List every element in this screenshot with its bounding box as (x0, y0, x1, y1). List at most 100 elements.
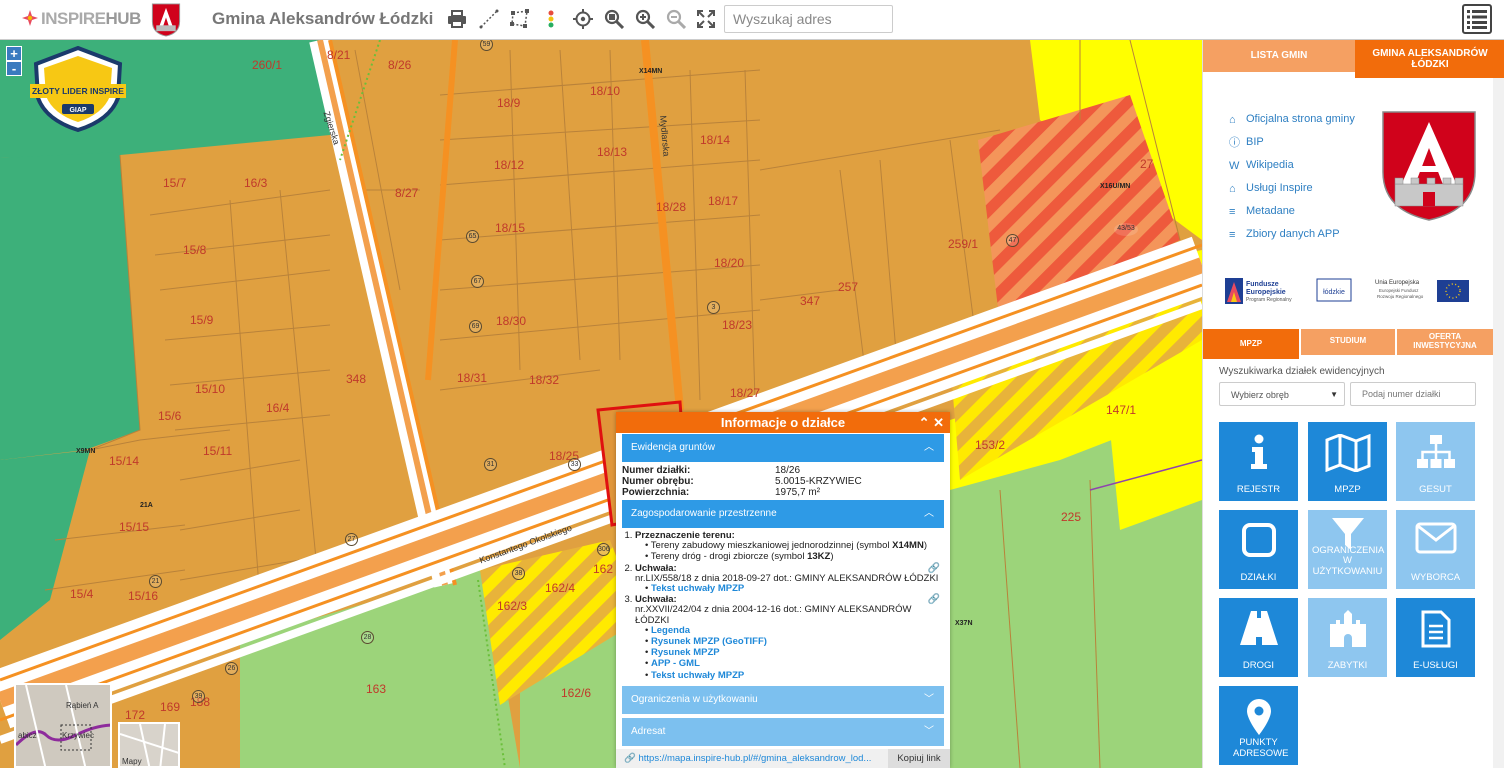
address-point-marker[interactable]: 69 (469, 320, 482, 333)
address-point-marker[interactable]: 43/53 (1114, 223, 1138, 236)
zoom-in-button[interactable]: + (6, 46, 22, 61)
plot-label: 18/31 (457, 371, 488, 385)
tab-studium[interactable]: STUDIUM (1301, 329, 1395, 355)
inspirehub-logo[interactable]: INSPIREHUB (22, 9, 141, 29)
scrollbar[interactable] (1493, 78, 1504, 768)
plot-label: 15/14 (109, 454, 140, 468)
tile-rejestr-button[interactable]: REJESTR (1219, 422, 1298, 501)
uchwala-document-link[interactable]: Tekst uchwały MPZP (651, 583, 744, 594)
basemap-switcher[interactable]: Mapy (118, 722, 180, 768)
zoom-out-icon[interactable] (664, 7, 688, 31)
tab-gmina[interactable]: GMINA ALEKSANDRÓW ŁÓDZKI (1355, 40, 1504, 78)
tile-dzialki-button[interactable]: DZIAŁKI (1219, 510, 1298, 589)
obreb-select[interactable]: Wybierz obręb ▼ (1219, 382, 1345, 406)
minimap[interactable]: Rąbień A Krzywiec abicz (14, 683, 112, 768)
eu-fe-text: Program Regionalny (1246, 297, 1292, 303)
tile-mpzp-button[interactable]: MPZP (1308, 422, 1387, 501)
zoom-out-button[interactable]: - (6, 61, 22, 76)
obreb-select-value: Wybierz obręb (1231, 390, 1289, 400)
fullscreen-icon[interactable] (694, 7, 718, 31)
address-point-marker[interactable]: 28 (361, 631, 374, 644)
address-point-marker[interactable]: 306 (597, 543, 610, 556)
plot-label: 153/2 (975, 438, 1006, 452)
eu-ue-text: Europejski Fundusz (1379, 288, 1419, 293)
parcel-field-row: Numer działki: 18/26 (622, 465, 950, 476)
map-icon (1308, 434, 1387, 472)
collapse-icon[interactable]: ⌃ (919, 415, 930, 430)
tab-mpzp[interactable]: MPZP (1203, 329, 1299, 359)
section-ewidencja[interactable]: Ewidencja gruntów ︿ (622, 434, 944, 462)
plot-label: 15/4 (70, 587, 94, 601)
plot-label: 18/32 (529, 373, 560, 387)
tile-drogi-button[interactable]: DROGI (1219, 598, 1298, 677)
section-zagospodarowanie[interactable]: Zagospodarowanie przestrzenne ︿ (622, 500, 944, 528)
tile-label: OGRANICZENIA W UŻYTKOWANIU (1312, 544, 1385, 577)
tile-wyborca-button[interactable]: WYBORCA (1396, 510, 1475, 589)
share-url[interactable]: 🔗 https://mapa.inspire-hub.pl/#/gmina_al… (624, 749, 871, 768)
plot-label: 225 (1061, 510, 1082, 524)
address-point-marker[interactable]: 3 (707, 301, 720, 314)
plot-label: 162 (593, 562, 614, 576)
layers-color-icon[interactable] (539, 7, 563, 31)
close-icon[interactable]: ✕ (933, 415, 944, 430)
uchwala-link-item: APP - GML (645, 659, 940, 669)
tile-punkty-adresowe-button[interactable]: PUNKTY ADRESOWE (1219, 686, 1298, 765)
plot-label: 18/9 (497, 96, 521, 110)
popup-footer: 🔗 https://mapa.inspire-hub.pl/#/gmina_al… (616, 749, 950, 768)
link-zbiory-app[interactable]: ≡ Zbiory danych APP (1229, 227, 1355, 250)
link-metadane[interactable]: ≡ Metadane (1229, 204, 1355, 227)
measure-line-icon[interactable] (477, 7, 501, 31)
plot-label: 16/4 (266, 401, 290, 415)
chevron-down-icon: ﹀ (924, 693, 934, 705)
tile-label: MPZP (1334, 483, 1361, 495)
tile-label: GESUT (1419, 483, 1452, 495)
lodzkie-logo-text: łódzkie (1323, 289, 1345, 296)
address-search-input[interactable] (724, 5, 893, 33)
link-icon[interactable]: 🔗 (928, 595, 940, 605)
parcel-number-input[interactable]: Podaj numer działki (1350, 382, 1476, 406)
address-point-marker[interactable]: 47 (1006, 234, 1019, 247)
institution-icon: ⌂ (1229, 183, 1236, 195)
section-ograniczenia[interactable]: Ograniczenia w użytkowaniu ﹀ (622, 685, 944, 714)
link-oficjalna-strona[interactable]: ⌂ Oficjalna strona gminy (1229, 112, 1355, 135)
address-point-marker[interactable]: 65 (466, 230, 479, 243)
plot-label: 257 (838, 280, 859, 294)
link-icon: 🔗 (624, 753, 639, 764)
address-point-marker[interactable]: 67 (471, 275, 484, 288)
zoom-box-icon[interactable] (602, 7, 626, 31)
address-point-marker[interactable]: 21 (149, 575, 162, 588)
badge-subtitle: GIAP (69, 107, 86, 114)
tab-oferta-inwestycyjna[interactable]: OFERTA INWESTYCYJNA (1397, 329, 1493, 355)
map-view[interactable]: + - ZŁOTY LIDER INSPIRE GIAP 260/1 8/21 8/… (0, 40, 1202, 768)
zoning-details: Przeznaczenie terenu: Tereny zabudowy mi… (616, 528, 950, 685)
uchwala-document-link[interactable]: Legenda (651, 625, 690, 636)
measure-area-icon[interactable] (508, 7, 532, 31)
address-point-marker[interactable]: 27 (345, 533, 358, 546)
tab-lista-gmin[interactable]: LISTA GMIN (1203, 40, 1355, 72)
uchwala-document-link[interactable]: Rysunek MPZP (651, 647, 720, 658)
print-icon[interactable] (445, 7, 469, 31)
menu-list-icon[interactable] (1462, 4, 1492, 34)
link-wikipedia[interactable]: W Wikipedia (1229, 158, 1355, 181)
link-uslugi-inspire[interactable]: ⌂ Usługi Inspire (1229, 181, 1355, 204)
address-point-marker[interactable]: 26 (225, 662, 238, 675)
section-adresat[interactable]: Adresat ﹀ (622, 717, 944, 746)
address-point-marker[interactable]: 38 (512, 567, 525, 580)
zoom-in-icon[interactable] (633, 7, 657, 31)
tile-e-uslugi-button[interactable]: E-USŁUGI (1396, 598, 1475, 677)
locate-crosshair-icon[interactable] (571, 7, 595, 31)
plot-label: 18/23 (722, 318, 753, 332)
copy-link-button[interactable]: Kopiuj link (888, 749, 950, 768)
field-key: Numer obrębu: (622, 476, 694, 487)
address-point-marker[interactable]: 31 (484, 458, 497, 471)
address-point-marker[interactable]: 33 (568, 458, 581, 471)
link-bip[interactable]: ⓘ BIP (1229, 135, 1355, 158)
tile-gesut-button[interactable]: GESUT (1396, 422, 1475, 501)
address-point-marker[interactable]: 39 (192, 690, 205, 703)
uchwala-document-link[interactable]: Rysunek MPZP (GeoTIFF) (651, 636, 767, 647)
tile-zabytki-button[interactable]: ZABYTKI (1308, 598, 1387, 677)
uchwala-document-link[interactable]: Tekst uchwały MPZP (651, 670, 744, 681)
uchwala-document-link[interactable]: APP - GML (651, 658, 700, 669)
tile-ograniczenia-button[interactable]: OGRANICZENIA W UŻYTKOWANIU (1308, 510, 1387, 589)
plot-label: 15/10 (195, 382, 226, 396)
